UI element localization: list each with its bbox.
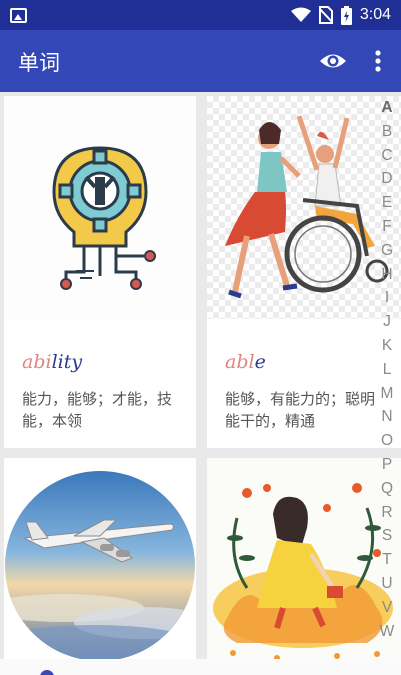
index-letter[interactable]: F xyxy=(376,215,398,239)
index-letter[interactable]: G xyxy=(376,239,398,263)
no-sim-icon xyxy=(318,6,333,24)
index-letter[interactable]: W xyxy=(376,620,398,644)
more-vert-icon xyxy=(375,50,381,72)
index-letter[interactable]: L xyxy=(376,358,398,382)
app-bar: 单词 xyxy=(0,30,401,92)
card-image xyxy=(4,458,196,659)
index-letter[interactable]: T xyxy=(376,548,398,572)
index-letter[interactable]: O xyxy=(376,429,398,453)
word-highlight: abl xyxy=(225,351,255,373)
index-letter[interactable]: C xyxy=(376,144,398,168)
card-image xyxy=(207,458,401,659)
eye-icon xyxy=(320,54,346,68)
bottom-bar xyxy=(0,659,401,675)
word-card[interactable]: ability 能力，能够；才能，技能，本领 xyxy=(4,96,196,448)
index-letter[interactable]: U xyxy=(376,572,398,596)
card-image xyxy=(207,96,401,319)
index-letter[interactable]: R xyxy=(376,501,398,525)
fab-indicator xyxy=(40,670,54,675)
index-letter[interactable]: K xyxy=(376,334,398,358)
index-letter[interactable]: H xyxy=(376,263,398,287)
index-letter[interactable]: I xyxy=(376,286,398,310)
index-letter[interactable]: P xyxy=(376,453,398,477)
word-title: able xyxy=(225,351,266,373)
page-title: 单词 xyxy=(18,51,60,75)
index-letter[interactable]: M xyxy=(376,382,398,406)
word-meaning: 能够，有能力的；聪明能干的，精通 xyxy=(225,390,376,430)
toggle-visibility-button[interactable] xyxy=(318,48,348,74)
wheelchair-illustration xyxy=(225,115,389,299)
wifi-icon xyxy=(290,7,311,22)
word-rest: e xyxy=(254,351,266,373)
word-rest: lity xyxy=(51,351,83,373)
index-letter[interactable]: N xyxy=(376,405,398,429)
more-options-button[interactable] xyxy=(370,48,386,74)
index-letter[interactable]: E xyxy=(376,191,398,215)
index-letter[interactable]: V xyxy=(376,596,398,620)
index-letter[interactable]: B xyxy=(376,120,398,144)
word-card[interactable] xyxy=(4,458,196,659)
status-icons: 3:04 xyxy=(290,5,391,25)
word-grid: ability 能力，能够；才能，技能，本领 able 能够，有能力的；聪明能干… xyxy=(0,92,401,659)
battery-charging-icon xyxy=(340,5,352,25)
word-meaning: 能力，能够；才能，技能，本领 xyxy=(22,390,173,430)
airplane-photo xyxy=(5,471,195,659)
index-letter[interactable]: D xyxy=(376,167,398,191)
clock: 3:04 xyxy=(359,6,391,23)
word-highlight: abi xyxy=(22,351,52,373)
card-image xyxy=(4,96,196,319)
lightbulb-gear-icon xyxy=(52,146,156,290)
index-letter[interactable]: J xyxy=(376,310,398,334)
index-letter[interactable]: A xyxy=(376,96,398,120)
word-card[interactable]: able 能够，有能力的；聪明能干的，精通 xyxy=(207,96,401,448)
word-card[interactable] xyxy=(207,458,401,659)
status-bar: 3:04 xyxy=(0,0,401,30)
image-icon xyxy=(10,8,27,23)
word-title: ability xyxy=(22,351,82,373)
index-letter[interactable]: S xyxy=(376,524,398,548)
alphabet-index[interactable]: ABCDEFGHIJKLMNOPQRSTUVW xyxy=(376,96,398,656)
girl-autumn-illustration xyxy=(213,483,393,659)
index-letter[interactable]: Q xyxy=(376,477,398,501)
